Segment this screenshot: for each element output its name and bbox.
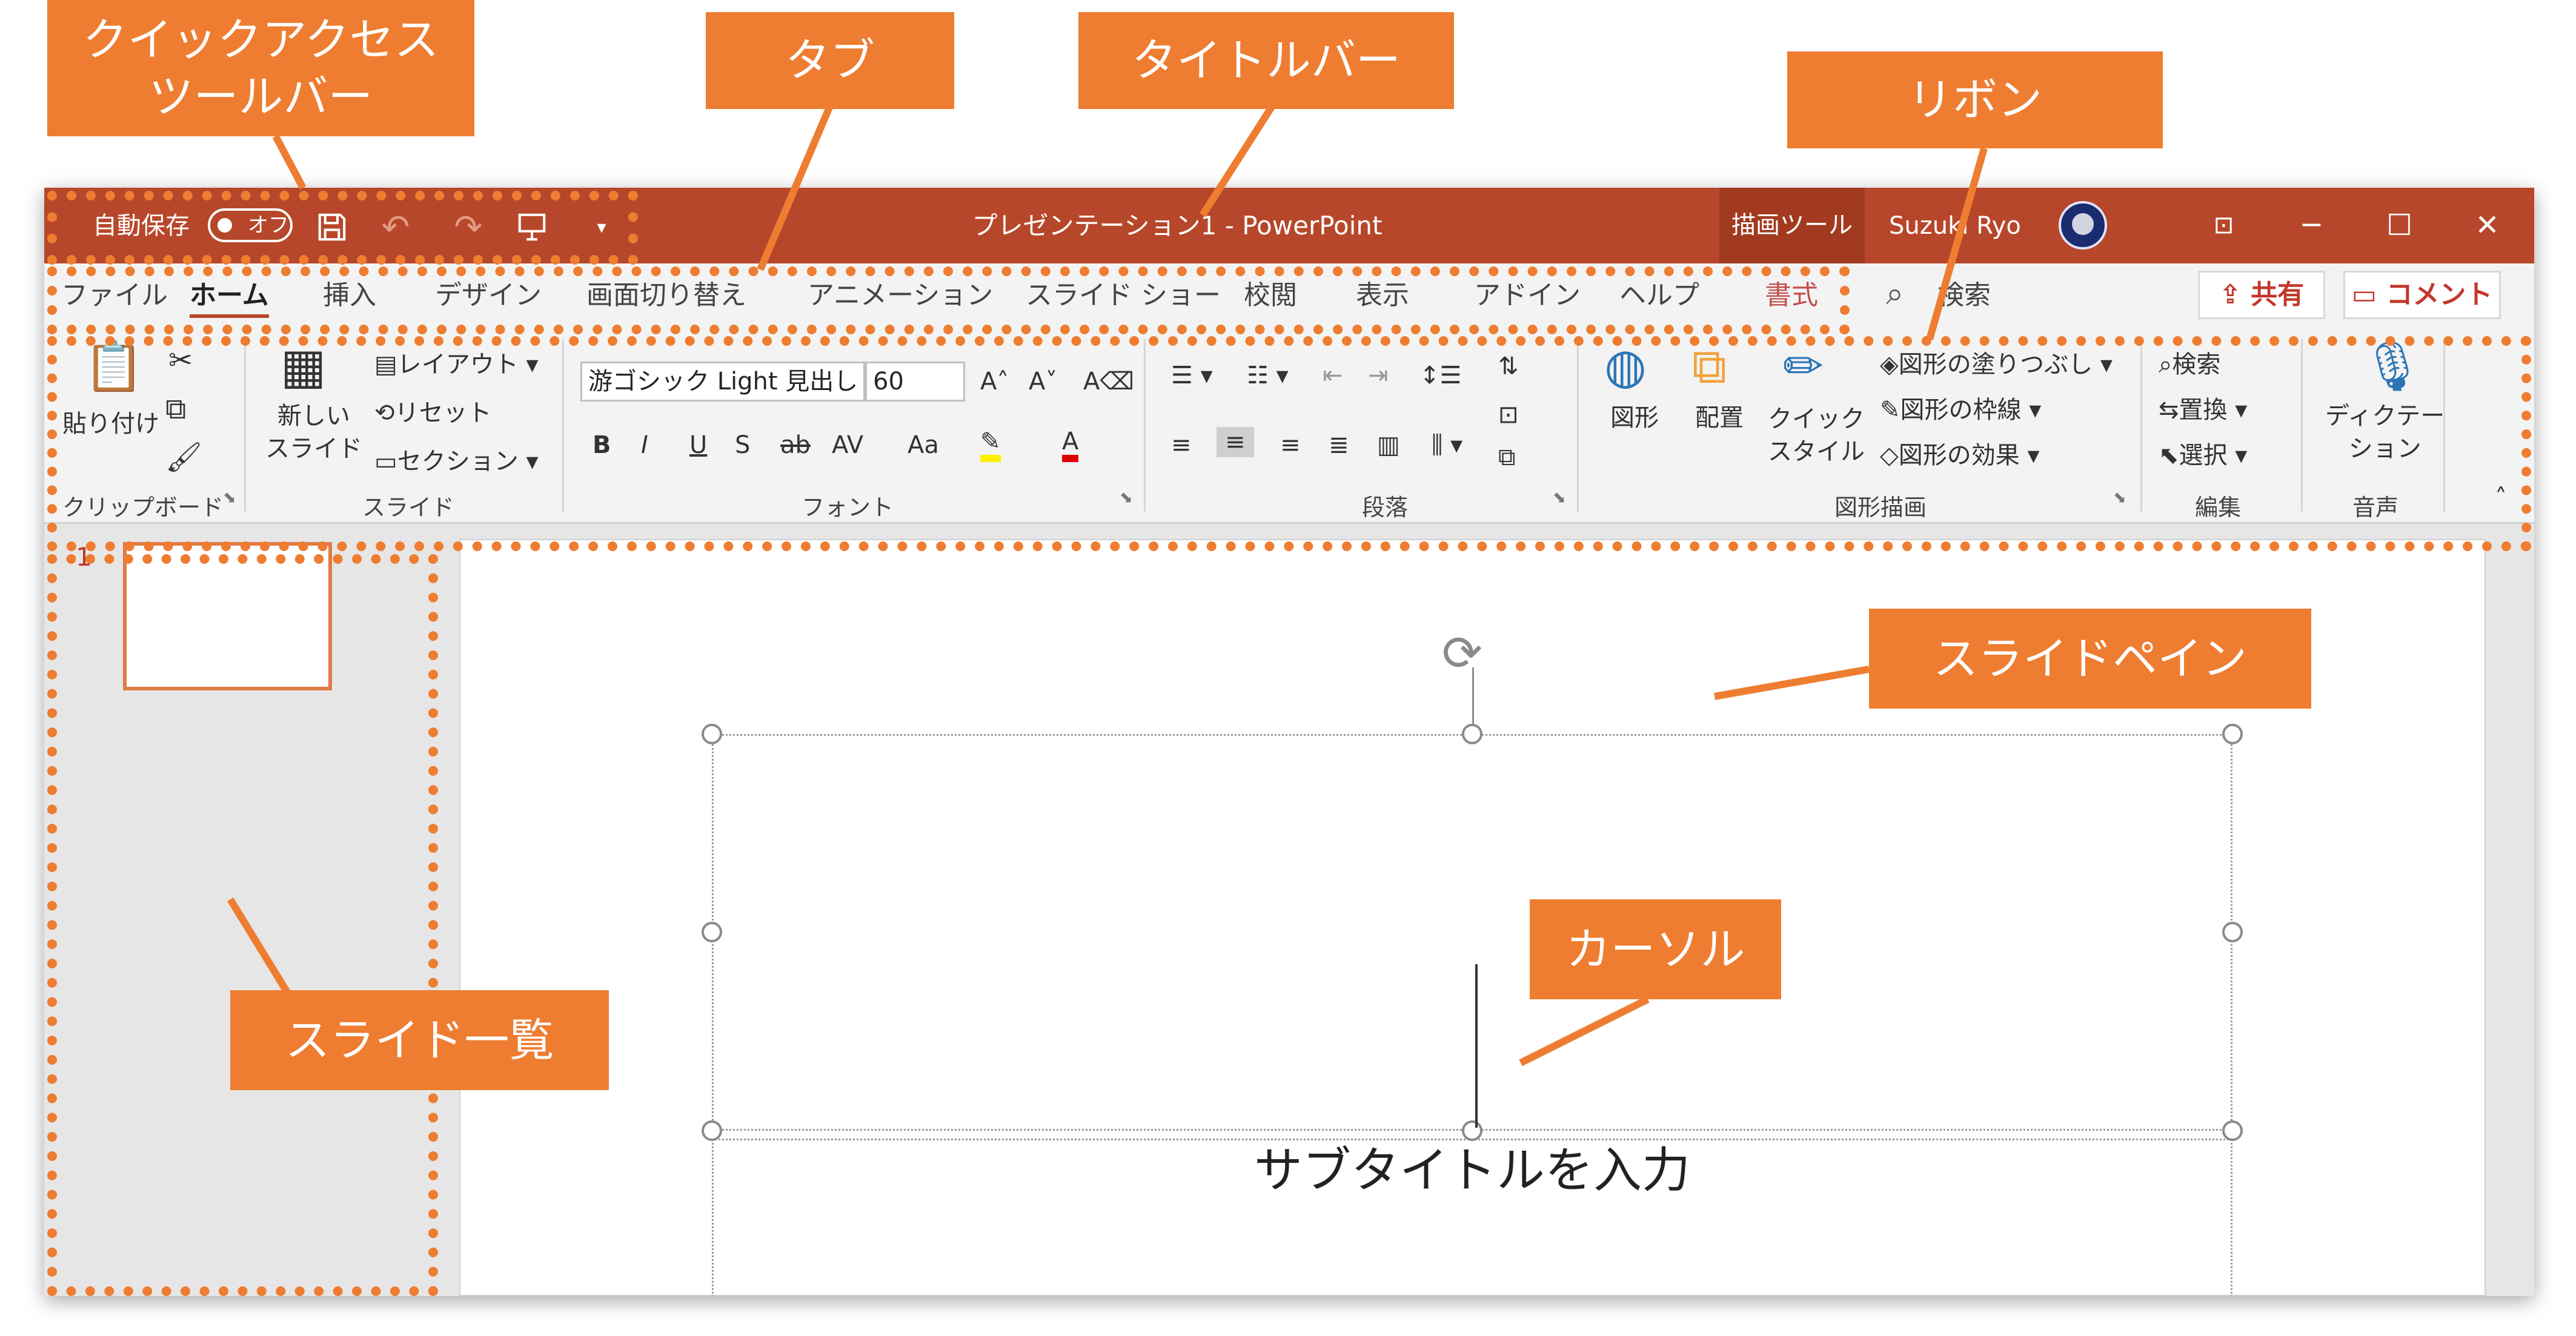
leader-line-cursor: [1519, 996, 1650, 1066]
leader-line-slide-pane: [1713, 666, 1870, 700]
leader-line-slide-list: [227, 897, 291, 996]
leader-line-quick-access: [272, 134, 307, 190]
callout-slide-pane: スライドペイン: [1869, 609, 2311, 709]
callout-tabs: タブ: [706, 12, 954, 109]
callout-slide-list: スライド一覧: [230, 990, 609, 1090]
leader-line-title-bar: [1199, 104, 1276, 217]
leader-line-ribbon: [1926, 147, 1988, 340]
callout-ribbon: リボン: [1787, 51, 2163, 148]
leader-line-tabs: [757, 104, 834, 271]
callout-quick-access: クイックアクセス ツールバー: [47, 0, 474, 136]
callout-title-bar: タイトルバー: [1078, 12, 1454, 109]
callout-cursor: カーソル: [1530, 899, 1781, 999]
